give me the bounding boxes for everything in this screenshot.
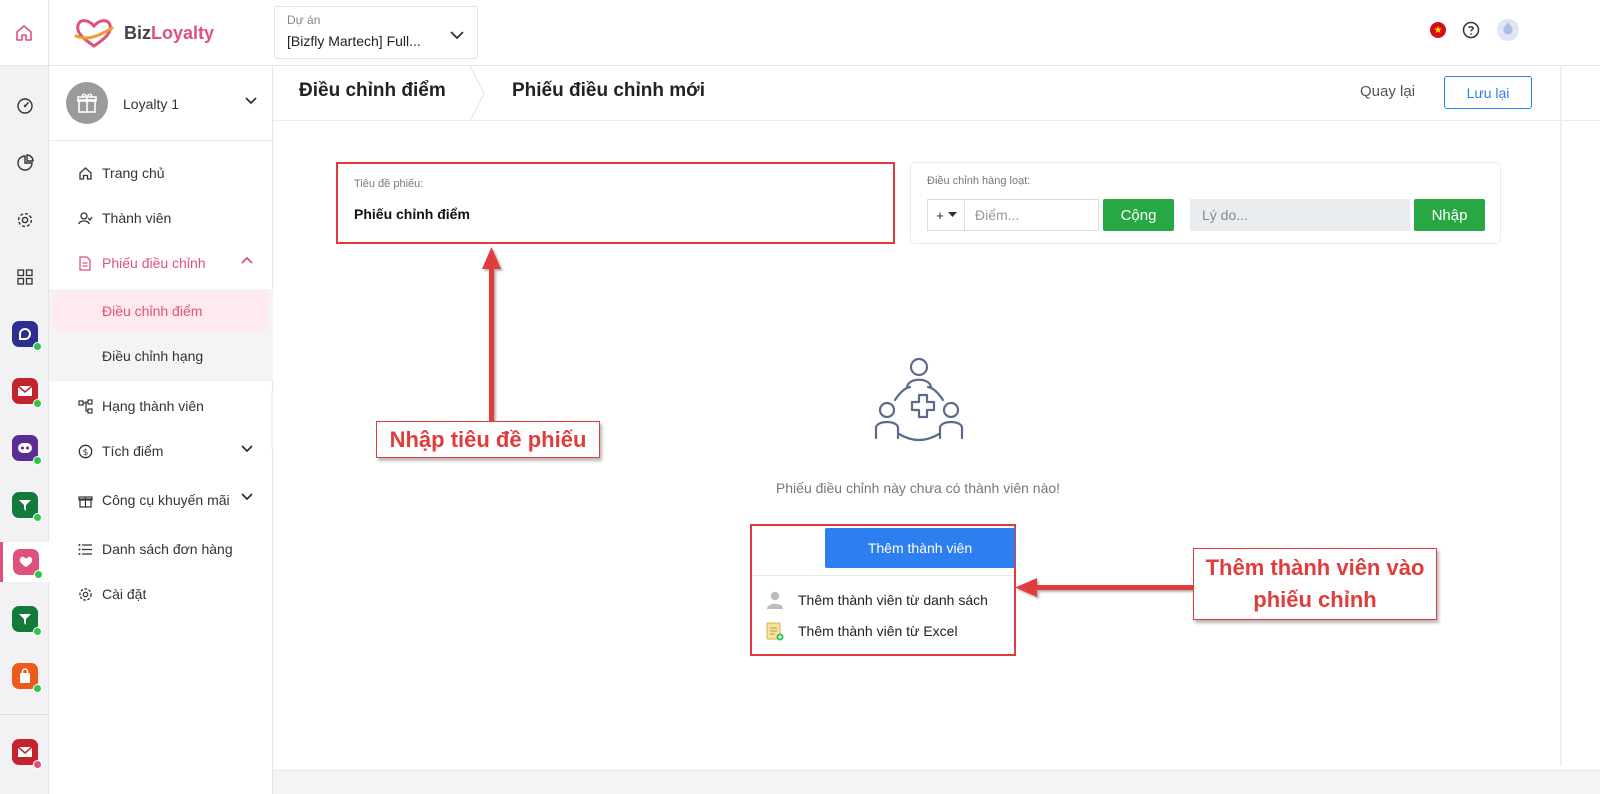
annotation-enter-title: Nhập tiêu đề phiếu bbox=[376, 421, 600, 458]
arrow-left-head bbox=[1015, 578, 1037, 597]
bottom-bar bbox=[273, 770, 1600, 794]
arrow-left-shaft bbox=[1033, 585, 1195, 590]
annotation-add-member-line1: Thêm thành viên vào bbox=[1205, 555, 1425, 580]
arrow-up-shaft bbox=[489, 265, 494, 423]
annotation-add-member: Thêm thành viên vào phiếu chỉnh bbox=[1193, 548, 1437, 620]
arrow-up-head bbox=[482, 247, 501, 269]
scrollbar-track[interactable] bbox=[1560, 66, 1562, 766]
annotation-add-member-line2: phiếu chỉnh bbox=[1253, 587, 1377, 612]
annotation-arrows bbox=[482, 247, 1195, 597]
